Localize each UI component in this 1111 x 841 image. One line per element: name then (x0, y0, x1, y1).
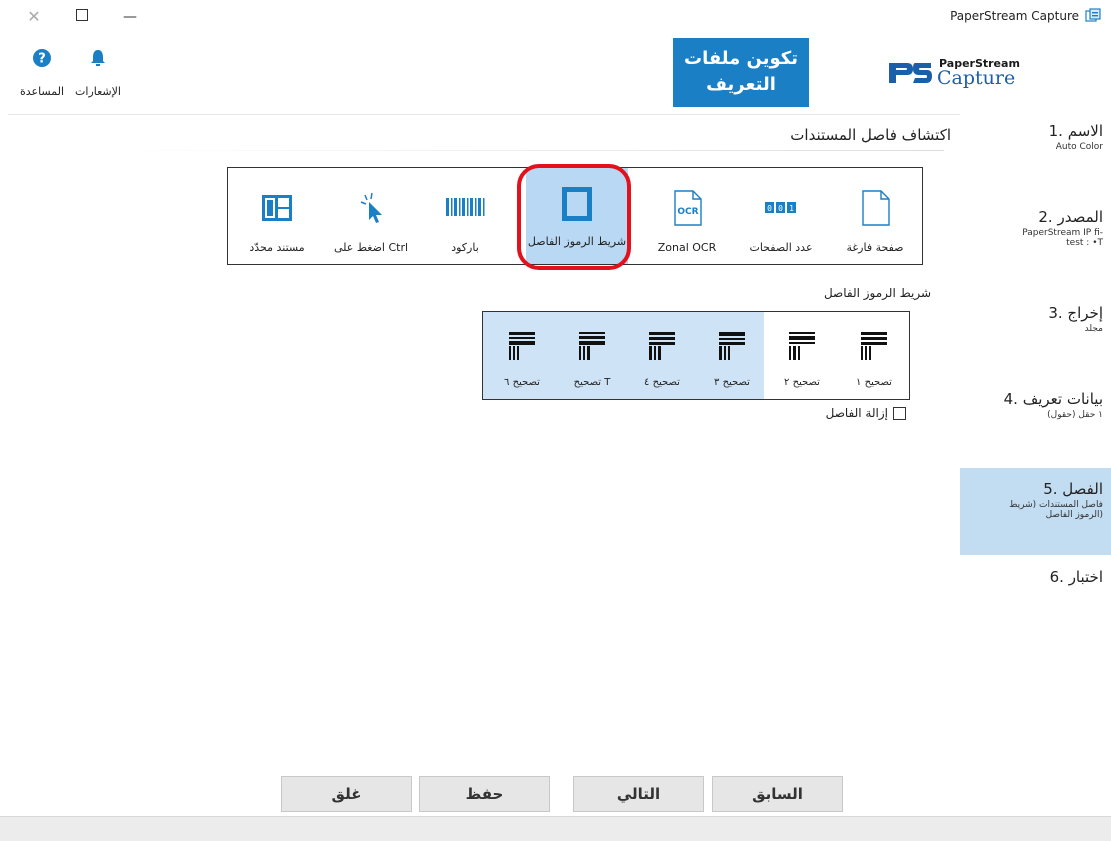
minimize-window-button[interactable]: — (118, 6, 142, 28)
sidebar-item-label: 2. المصدر (1038, 208, 1103, 226)
type-fixed-document[interactable]: مستند محدّد (230, 168, 324, 264)
patch-6-icon (509, 332, 535, 360)
patch-label: تصحيح ٣ (714, 377, 750, 388)
help-icon: ? (33, 49, 51, 67)
close-button[interactable]: غلق (281, 776, 412, 812)
ps-logo-icon (889, 63, 932, 83)
patch-4-icon (649, 332, 675, 360)
notifications-button[interactable]: الإشعارات (75, 48, 121, 98)
svg-text:0: 0 (767, 204, 772, 213)
patch-code-selector: تصحيح ١ تصحيح ٢ تصحيح ٣ تصحيح ٤ تصحيح T … (482, 311, 910, 400)
paperstream-logo: PaperStream Capture (887, 57, 1037, 91)
sidebar-item-separation[interactable]: 5. الفصل فاصل المستندات (شريط الرموز الف… (960, 468, 1111, 555)
patch-option-6[interactable]: تصحيح ٦ (487, 312, 557, 399)
type-press-ctrl[interactable]: اضغط على Ctrl (324, 168, 418, 264)
sidebar-item-sub: PaperStream IP fi- (1022, 228, 1103, 238)
blank-page-icon (862, 190, 890, 226)
notifications-label: الإشعارات (75, 85, 121, 98)
next-button[interactable]: التالي (573, 776, 704, 812)
sidebar-item-label: 6. اختبار (1049, 568, 1103, 586)
type-label: شريط الرموز الفاصل (527, 235, 627, 248)
type-page-count[interactable]: 0 0 1 عدد الصفحات (734, 168, 828, 264)
sidebar-item-sub: ١ حقل (حقول) (1047, 410, 1103, 420)
sidebar-item-label: 1. الاسم (1048, 122, 1103, 140)
remove-separator-checkbox[interactable] (893, 406, 906, 420)
save-button[interactable]: حفظ (419, 776, 550, 812)
patch-label: تصحيح ١ (856, 377, 892, 388)
type-label: اضغط على Ctrl (333, 241, 409, 254)
sidebar-item-label: 3. إخراج (1048, 304, 1103, 322)
type-barcode[interactable]: باركود (418, 168, 512, 264)
section-title: اكتشاف فاصل المستندات (790, 126, 951, 144)
sidebar-item-sub: مجلد (1084, 324, 1103, 334)
type-label: عدد الصفحات (749, 241, 813, 254)
help-button[interactable]: ? المساعدة (20, 48, 64, 98)
type-patch-code[interactable]: شريط الرموز الفاصل (526, 168, 628, 264)
type-label: Zonal OCR (657, 241, 717, 254)
sidebar-item-output[interactable]: 3. إخراج مجلد (960, 304, 1111, 354)
logo-big-text: Capture (937, 67, 1016, 89)
svg-text:1: 1 (789, 204, 794, 213)
patch-t-icon (579, 332, 605, 360)
patch-option-4[interactable]: تصحيح ٤ (627, 312, 697, 399)
close-window-button[interactable]: ✕ (22, 6, 46, 28)
help-label: المساعدة (19, 85, 65, 98)
patch-label: تصحيح ٤ (644, 377, 680, 388)
patch-option-1[interactable]: تصحيح ١ (839, 312, 909, 399)
svg-text:?: ? (38, 52, 46, 67)
cursor-icon (360, 192, 382, 223)
type-label: مستند محدّد (249, 241, 305, 254)
sidebar-item-label: 5. الفصل (1043, 480, 1103, 498)
remove-separator-option[interactable]: إزالة الفاصل (826, 406, 906, 420)
app-title: PaperStream Capture (950, 9, 1079, 23)
type-label: باركود (451, 241, 479, 254)
sidebar-item-source[interactable]: 2. المصدر PaperStream IP fi- test : •T (960, 208, 1111, 264)
status-footer (0, 816, 1111, 841)
profile-button-line1: تكوين ملفات (683, 48, 799, 69)
type-blank-page[interactable]: صفحة فارغة (828, 168, 922, 264)
ocr-icon: OCR (674, 190, 702, 226)
patch-3-icon (719, 332, 745, 360)
patch-code-title: شريط الرموز الفاصل (823, 286, 931, 300)
patch-code-icon (562, 187, 592, 221)
patch-option-T[interactable]: تصحيح T (557, 312, 627, 399)
bottom-button-bar: السابق التالي حفظ غلق (0, 776, 1111, 816)
page-count-icon: 0 0 1 (765, 202, 796, 213)
app-window: ✕ — PaperStream Capture ? المساعدة الإشع… (0, 0, 1111, 841)
patch-1-icon (861, 332, 887, 360)
sidebar-item-sub: فاصل المستندات (شريط (1009, 500, 1103, 510)
wizard-steps-sidebar: 1. الاسم Auto Color 2. المصدر PaperStrea… (960, 114, 1111, 771)
patch-option-2[interactable]: تصحيح ٢ (767, 312, 837, 399)
separator-type-selector: صفحة فارغة 0 0 1 عدد الصفحات OCR Zonal O… (227, 167, 923, 265)
patch-label: تصحيح T (573, 377, 611, 388)
title-bar: ✕ — PaperStream Capture (0, 0, 1111, 34)
svg-text:OCR: OCR (677, 207, 698, 217)
profile-button-line2: التعريف (706, 74, 776, 95)
patch-label: تصحيح ٦ (504, 377, 540, 388)
maximize-window-button[interactable] (70, 6, 94, 28)
bell-icon (91, 50, 105, 66)
section-divider (100, 150, 944, 151)
sidebar-item-sub: Auto Color (1055, 142, 1103, 152)
svg-text:0: 0 (778, 204, 783, 213)
sidebar-item-sub2: test : •T (1066, 238, 1103, 248)
sidebar-item-test[interactable]: 6. اختبار (960, 568, 1111, 598)
patch-label: تصحيح ٢ (784, 377, 820, 388)
sidebar-item-metadata[interactable]: 4. بيانات تعريف ١ حقل (حقول) (960, 390, 1111, 440)
remove-separator-label: إزالة الفاصل (825, 406, 888, 420)
fixed-document-icon (262, 195, 292, 221)
back-button[interactable]: السابق (712, 776, 843, 812)
sidebar-item-sub2: الرموز الفاصل) (1045, 510, 1103, 520)
patch-option-3[interactable]: تصحيح ٣ (697, 312, 767, 399)
type-label: صفحة فارغة (846, 241, 904, 254)
type-zonal-ocr[interactable]: OCR Zonal OCR (640, 168, 734, 264)
sidebar-item-name[interactable]: 1. الاسم Auto Color (960, 122, 1111, 174)
patch-2-icon (789, 332, 815, 360)
barcode-icon (446, 198, 485, 216)
app-icon (1085, 8, 1101, 22)
profile-configuration-button[interactable]: تكوين ملفات التعريف (673, 38, 809, 107)
sidebar-item-label: 4. بيانات تعريف (1003, 390, 1103, 408)
